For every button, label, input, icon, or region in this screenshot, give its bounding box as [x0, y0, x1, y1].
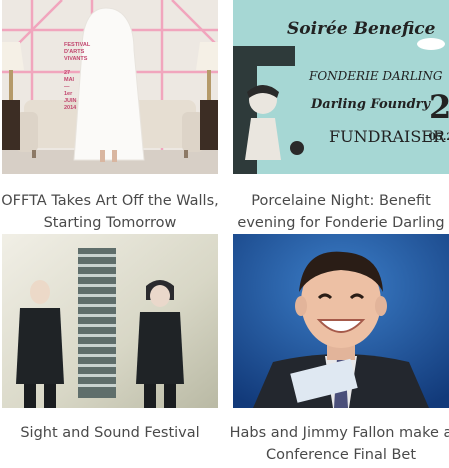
- festival-photo: [2, 234, 218, 408]
- svg-text:D'ARTS: D'ARTS: [64, 49, 85, 55]
- svg-text:MAI: MAI: [64, 77, 75, 83]
- ghost-figure-photo: FESTIVAL D'ARTS VIVANTS 27 MAI — 1er JUI…: [2, 0, 218, 174]
- svg-text:VIVANTS: VIVANTS: [64, 56, 88, 62]
- svg-text:1er: 1er: [64, 91, 73, 97]
- svg-text:27: 27: [64, 70, 70, 76]
- svg-text:FESTIVAL: FESTIVAL: [64, 42, 91, 48]
- svg-text:2014: 2014: [64, 105, 77, 111]
- svg-text:—: —: [64, 84, 70, 90]
- svg-text:Darling Foundry: Darling Foundry: [310, 97, 432, 112]
- article-title[interactable]: Porcelaine Night: Benefit evening for Fo…: [229, 190, 449, 234]
- article-title[interactable]: Sight and Sound Festival: [0, 422, 222, 444]
- svg-text:Soirée Benefice: Soirée Benefice: [287, 19, 436, 39]
- article-title[interactable]: OFFTA Takes Art Off the Walls, Starting …: [0, 190, 222, 234]
- svg-text:05.2: 05.2: [429, 132, 449, 143]
- article-title[interactable]: Habs and Jimmy Fallon make a Conference …: [229, 422, 449, 466]
- svg-text:FONDERIE DARLING: FONDERIE DARLING: [308, 69, 443, 83]
- article-thumbnail-porcelaine-night[interactable]: Soirée Benefice FONDERIE DARLING Darling…: [233, 0, 449, 174]
- article-thumbnail-offta[interactable]: FESTIVAL D'ARTS VIVANTS 27 MAI — 1er JUI…: [2, 0, 218, 174]
- article-thumbnail-habs-jimmy-fallon[interactable]: [233, 234, 449, 408]
- portrait-photo: [233, 234, 449, 408]
- svg-text:2: 2: [429, 88, 449, 126]
- article-thumbnail-sight-and-sound[interactable]: [2, 234, 218, 408]
- svg-text:JUIN: JUIN: [64, 98, 77, 104]
- fundraiser-poster: Soirée Benefice FONDERIE DARLING Darling…: [233, 0, 449, 174]
